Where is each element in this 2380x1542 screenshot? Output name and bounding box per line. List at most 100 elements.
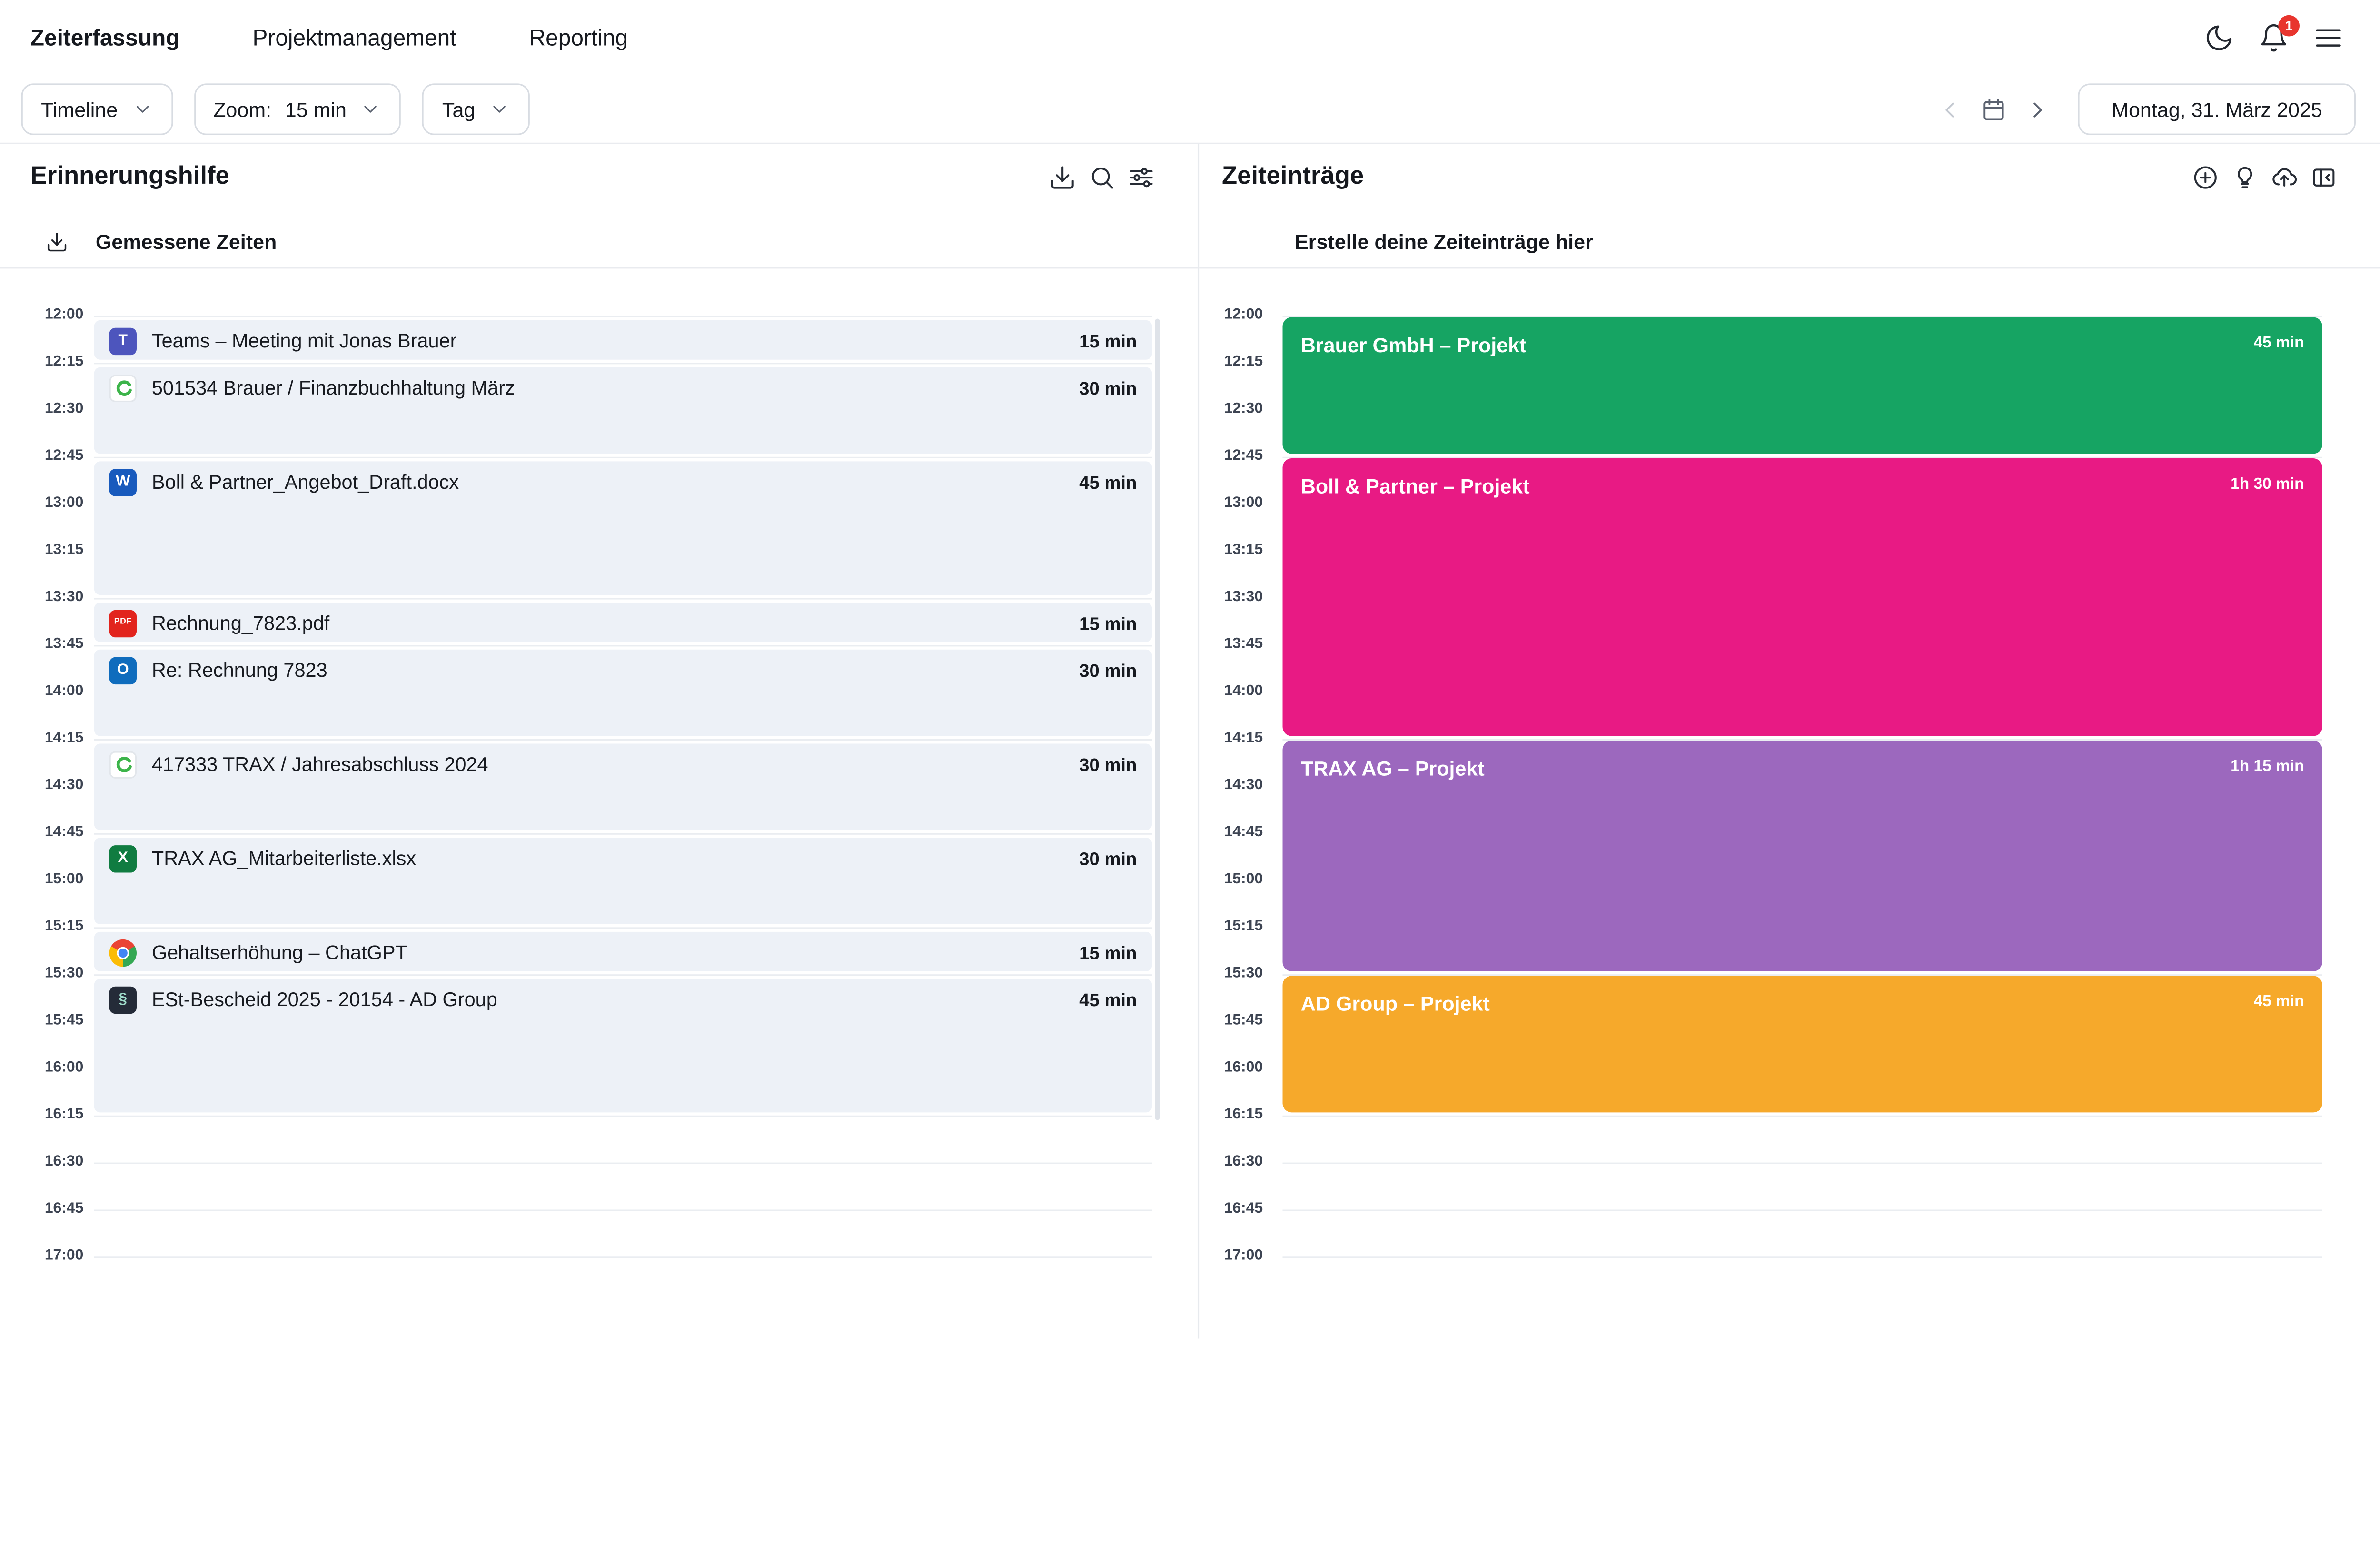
upload-icon <box>2271 163 2298 190</box>
view-dropdown[interactable]: Timeline <box>21 83 172 135</box>
event-duration: 30 min <box>1079 751 1137 778</box>
measured-event[interactable]: X TRAX AG_Mitarbeiterliste.xlsx 30 min <box>94 838 1152 924</box>
measured-event[interactable]: WBoll & Partner_Angebot_Draft.docx45 min <box>94 461 1152 595</box>
entry-title: Boll & Partner – Projekt <box>1301 475 2304 499</box>
main-tabs: Zeiterfassung Projektmanagement Reportin… <box>30 25 701 51</box>
entries-subtitle: Erstelle deine Zeiteinträge hier <box>1295 230 1593 253</box>
measured-events: TTeams – Meeting mit Jonas Brauer15 min 5… <box>0 316 1198 1302</box>
measured-event[interactable]: §ESt-Bescheid 2025 - 20154 - AD Group45 … <box>94 979 1152 1113</box>
measured-event[interactable]: TTeams – Meeting mit Jonas Brauer15 min <box>94 320 1152 360</box>
excel-icon: X <box>109 845 137 872</box>
measured-schedule: TTeams – Meeting mit Jonas Brauer15 min 5… <box>0 316 1198 1302</box>
range-dropdown[interactable]: Tag <box>422 83 530 135</box>
entry-title: AD Group – Projekt <box>1301 992 2304 1017</box>
filter-icon <box>1128 163 1155 190</box>
reminder-panel-header: Erinnerungshilfe <box>30 162 1155 191</box>
event-title: Rechnung_7823.pdf <box>152 610 1064 637</box>
download-icon <box>1049 163 1076 190</box>
pdf-icon: PDF <box>109 610 137 637</box>
menu-button[interactable] <box>2313 23 2344 53</box>
event-duration: 45 min <box>1079 469 1137 496</box>
add-button[interactable] <box>2192 163 2219 190</box>
zoom-dropdown-label: Zoom: <box>213 98 271 121</box>
teams-icon: T <box>109 328 137 355</box>
date-navigation: Montag, 31. März 2025 <box>1937 83 2356 135</box>
outlook-icon: O <box>109 657 137 684</box>
collapse-button[interactable] <box>2310 163 2337 190</box>
time-entry[interactable]: AD Group – Projekt45 min <box>1283 976 2322 1112</box>
event-duration: 30 min <box>1079 657 1137 684</box>
entries-panel-header: Zeiteinträge <box>1222 162 2338 191</box>
entry-duration: 1h 30 min <box>2231 475 2304 493</box>
filter-button[interactable] <box>1128 163 1155 190</box>
event-title: ESt-Bescheid 2025 - 20154 - AD Group <box>152 987 1064 1014</box>
dark-mode-toggle[interactable] <box>2204 23 2234 53</box>
time-entry[interactable]: Brauer GmbH – Projekt45 min <box>1283 317 2322 454</box>
download-button[interactable] <box>1049 163 1076 190</box>
entries-schedule: Brauer GmbH – Projekt45 minBoll & Partne… <box>1199 316 2380 1302</box>
time-entries: Brauer GmbH – Projekt45 minBoll & Partne… <box>1199 316 2380 1302</box>
top-navigation: Zeiterfassung Projektmanagement Reportin… <box>0 0 2380 76</box>
event-title: TRAX AG_Mitarbeiterliste.xlsx <box>152 845 1064 872</box>
event-duration: 30 min <box>1079 845 1137 872</box>
download-icon <box>46 230 69 253</box>
notifications-button[interactable]: 1 <box>2259 23 2289 53</box>
reminder-panel: Erinnerungshilfe Gemessene Zeiten TTeams… <box>0 144 1199 1339</box>
event-duration: 15 min <box>1079 610 1137 637</box>
calendar-icon <box>1981 96 2007 122</box>
entry-title: Brauer GmbH – Projekt <box>1301 334 2304 358</box>
collapse-icon <box>2310 163 2337 190</box>
main-content: Erinnerungshilfe Gemessene Zeiten TTeams… <box>0 144 2380 1339</box>
divider <box>1199 267 2380 268</box>
zoom-dropdown-value: 15 min <box>285 98 347 121</box>
tab-reporting[interactable]: Reporting <box>529 25 628 51</box>
zoom-dropdown[interactable]: Zoom: 15 min <box>194 83 401 135</box>
measured-event[interactable]: PDF Rechnung_7823.pdf 15 min <box>94 603 1152 642</box>
search-icon <box>1088 163 1115 190</box>
entries-panel: Zeiteinträge Erstelle deine Zeiteinträge… <box>1199 144 2380 1339</box>
chevron-down-icon <box>489 99 510 120</box>
next-day-button[interactable] <box>2025 96 2051 122</box>
chevron-right-icon <box>2025 96 2051 122</box>
upload-button[interactable] <box>2271 163 2298 190</box>
event-title: Gehaltserhöhung – ChatGPT <box>152 939 1064 967</box>
idea-icon <box>2231 163 2259 190</box>
measured-event[interactable]: Gehaltserhöhung – ChatGPT15 min <box>94 932 1152 971</box>
measured-event[interactable]: ORe: Rechnung 782330 min <box>94 650 1152 736</box>
reminder-panel-actions <box>1049 163 1155 190</box>
entry-duration: 1h 15 min <box>2231 757 2304 775</box>
moon-icon <box>2204 23 2234 53</box>
view-dropdown-value: Timeline <box>41 98 118 121</box>
toolbar: Timeline Zoom: 15 min Tag Montag, 31. Mä… <box>0 76 2380 144</box>
chevron-down-icon <box>131 99 153 120</box>
menu-icon <box>2313 23 2344 53</box>
calendar-button[interactable] <box>1981 96 2007 122</box>
measured-event[interactable]: 501534 Brauer / Finanzbuchhaltung März30… <box>94 367 1152 454</box>
add-icon <box>2192 163 2219 190</box>
entries-panel-title: Zeiteinträge <box>1222 162 1364 191</box>
date-button[interactable]: Montag, 31. März 2025 <box>2078 83 2356 135</box>
measured-times-label: Gemessene Zeiten <box>96 230 277 253</box>
accounting-app-icon <box>109 751 137 778</box>
tab-zeiterfassung[interactable]: Zeiterfassung <box>30 25 180 51</box>
entries-subheader: Erstelle deine Zeiteinträge hier <box>1295 225 1593 258</box>
tab-projektmanagement[interactable]: Projektmanagement <box>252 25 456 51</box>
word-icon: W <box>109 469 137 496</box>
prev-day-button[interactable] <box>1937 96 1963 122</box>
time-entry[interactable]: Boll & Partner – Projekt1h 30 min <box>1283 458 2322 736</box>
tax-app-icon: § <box>109 987 137 1014</box>
measured-times-subheader: Gemessene Zeiten <box>46 225 277 258</box>
measured-events-scrollbar[interactable] <box>1155 319 1160 1120</box>
event-title: 501534 Brauer / Finanzbuchhaltung März <box>152 375 1064 402</box>
reminder-panel-title: Erinnerungshilfe <box>30 162 229 191</box>
search-button[interactable] <box>1088 163 1115 190</box>
event-duration: 15 min <box>1079 328 1137 355</box>
entry-title: TRAX AG – Projekt <box>1301 757 2304 781</box>
chevron-left-icon <box>1937 96 1963 122</box>
time-entry[interactable]: TRAX AG – Projekt1h 15 min <box>1283 741 2322 971</box>
idea-button[interactable] <box>2231 163 2259 190</box>
nav-icon-group: 1 <box>2204 23 2343 53</box>
entry-duration: 45 min <box>2253 992 2304 1010</box>
measured-event[interactable]: 417333 TRAX / Jahresabschluss 202430 min <box>94 744 1152 830</box>
accounting-app-icon <box>109 375 137 402</box>
